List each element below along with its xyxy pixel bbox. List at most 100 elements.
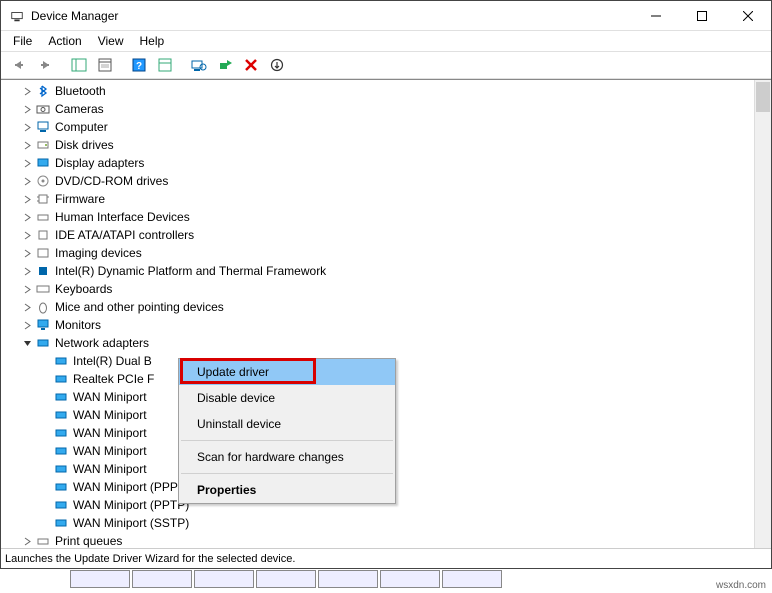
scan-hardware-button[interactable] bbox=[187, 53, 211, 77]
disable-button[interactable] bbox=[265, 53, 289, 77]
close-button[interactable] bbox=[725, 1, 771, 31]
view-options-button[interactable] bbox=[153, 53, 177, 77]
chevron-right-icon[interactable] bbox=[19, 209, 35, 225]
chevron-right-icon[interactable] bbox=[19, 317, 35, 333]
tree-item-label: Mice and other pointing devices bbox=[55, 298, 224, 316]
status-text: Launches the Update Driver Wizard for th… bbox=[5, 553, 295, 565]
tree-item-label: WAN Miniport (PPTP) bbox=[73, 496, 189, 514]
tree-item-computer[interactable]: Computer bbox=[5, 118, 750, 136]
thumb bbox=[256, 570, 316, 588]
window-controls bbox=[633, 1, 771, 31]
chevron-right-icon[interactable] bbox=[19, 119, 35, 135]
tree-item-imaging[interactable]: Imaging devices bbox=[5, 244, 750, 262]
tree-item-monitors[interactable]: Monitors bbox=[5, 316, 750, 334]
ctx-disable-device[interactable]: Disable device bbox=[179, 385, 395, 411]
chevron-right-icon[interactable] bbox=[19, 137, 35, 153]
tree-item-network-child[interactable]: WAN Miniport (SSTP) bbox=[5, 514, 750, 532]
network-adapter-icon bbox=[53, 443, 69, 459]
chevron-right-icon[interactable] bbox=[19, 281, 35, 297]
minimize-button[interactable] bbox=[633, 1, 679, 31]
titlebar: Device Manager bbox=[1, 1, 771, 31]
network-adapter-icon bbox=[53, 353, 69, 369]
thumb bbox=[194, 570, 254, 588]
uninstall-button[interactable] bbox=[239, 53, 263, 77]
network-icon bbox=[35, 335, 51, 351]
chevron-right-icon[interactable] bbox=[19, 155, 35, 171]
menu-view[interactable]: View bbox=[90, 32, 132, 50]
ctx-uninstall-device[interactable]: Uninstall device bbox=[179, 411, 395, 437]
tree-item-keyboards[interactable]: Keyboards bbox=[5, 280, 750, 298]
scrollbar-thumb[interactable] bbox=[756, 82, 770, 112]
vertical-scrollbar[interactable] bbox=[754, 80, 771, 548]
chevron-right-icon[interactable] bbox=[19, 245, 35, 261]
tree-item-bluetooth[interactable]: Bluetooth bbox=[5, 82, 750, 100]
back-button[interactable] bbox=[7, 53, 31, 77]
thumb bbox=[132, 570, 192, 588]
ctx-separator bbox=[181, 473, 393, 474]
tree-item-label: Cameras bbox=[55, 100, 104, 118]
network-adapter-icon bbox=[53, 425, 69, 441]
properties-button[interactable] bbox=[93, 53, 117, 77]
menu-file[interactable]: File bbox=[5, 32, 40, 50]
tree-item-label: WAN Miniport (SSTP) bbox=[73, 514, 189, 532]
tree-item-label: DVD/CD-ROM drives bbox=[55, 172, 168, 190]
tree-item-label: WAN Miniport bbox=[73, 424, 147, 442]
tree-item-ide[interactable]: IDE ATA/ATAPI controllers bbox=[5, 226, 750, 244]
show-hide-tree-button[interactable] bbox=[67, 53, 91, 77]
tree-item-label: Firmware bbox=[55, 190, 105, 208]
chevron-right-icon[interactable] bbox=[19, 83, 35, 99]
tree-item-label: IDE ATA/ATAPI controllers bbox=[55, 226, 194, 244]
tree-item-hid[interactable]: Human Interface Devices bbox=[5, 208, 750, 226]
thumb bbox=[380, 570, 440, 588]
tree-item-firmware[interactable]: Firmware bbox=[5, 190, 750, 208]
maximize-button[interactable] bbox=[679, 1, 725, 31]
watermark: wsxdn.com bbox=[716, 580, 766, 591]
tree-item-disk-drives[interactable]: Disk drives bbox=[5, 136, 750, 154]
chevron-right-icon[interactable] bbox=[19, 173, 35, 189]
tree-item-label: Computer bbox=[55, 118, 108, 136]
ctx-scan-hardware[interactable]: Scan for hardware changes bbox=[179, 444, 395, 470]
taskbar-thumbs bbox=[70, 570, 502, 590]
tree-item-network-adapters[interactable]: Network adapters bbox=[5, 334, 750, 352]
tree-item-print-queues[interactable]: Print queues bbox=[5, 532, 750, 548]
chevron-down-icon[interactable] bbox=[19, 335, 35, 351]
menu-help[interactable]: Help bbox=[132, 32, 173, 50]
chevron-right-icon[interactable] bbox=[19, 227, 35, 243]
svg-text:?: ? bbox=[136, 61, 142, 72]
tree-item-intel-dptf[interactable]: Intel(R) Dynamic Platform and Thermal Fr… bbox=[5, 262, 750, 280]
help-button[interactable]: ? bbox=[127, 53, 151, 77]
tree-item-dvd-cd[interactable]: DVD/CD-ROM drives bbox=[5, 172, 750, 190]
thumb bbox=[70, 570, 130, 588]
keyboard-icon bbox=[35, 281, 51, 297]
hid-icon bbox=[35, 209, 51, 225]
tree-item-display-adapters[interactable]: Display adapters bbox=[5, 154, 750, 172]
tree-item-label: Network adapters bbox=[55, 334, 149, 352]
forward-button[interactable] bbox=[33, 53, 57, 77]
tree-item-label: Display adapters bbox=[55, 154, 144, 172]
chevron-right-icon[interactable] bbox=[19, 299, 35, 315]
display-adapter-icon bbox=[35, 155, 51, 171]
tree-item-mice[interactable]: Mice and other pointing devices bbox=[5, 298, 750, 316]
network-adapter-icon bbox=[53, 407, 69, 423]
printer-icon bbox=[35, 533, 51, 548]
context-menu: Update driver Disable device Uninstall d… bbox=[178, 358, 396, 504]
update-driver-button[interactable] bbox=[213, 53, 237, 77]
ctx-separator bbox=[181, 440, 393, 441]
tree-item-cameras[interactable]: Cameras bbox=[5, 100, 750, 118]
chevron-right-icon[interactable] bbox=[19, 263, 35, 279]
firmware-icon bbox=[35, 191, 51, 207]
app-icon bbox=[9, 8, 25, 24]
network-adapter-icon bbox=[53, 479, 69, 495]
ctx-update-driver[interactable]: Update driver bbox=[179, 359, 395, 385]
chevron-right-icon[interactable] bbox=[19, 101, 35, 117]
ctx-properties[interactable]: Properties bbox=[179, 477, 395, 503]
menu-action[interactable]: Action bbox=[40, 32, 89, 50]
chevron-right-icon[interactable] bbox=[19, 533, 35, 548]
camera-icon bbox=[35, 101, 51, 117]
window-title: Device Manager bbox=[31, 9, 633, 23]
toolbar: ? bbox=[1, 51, 771, 79]
chevron-right-icon[interactable] bbox=[19, 191, 35, 207]
tree-item-label: Human Interface Devices bbox=[55, 208, 190, 226]
tree-item-label: Realtek PCIe F bbox=[73, 370, 154, 388]
bluetooth-icon bbox=[35, 83, 51, 99]
